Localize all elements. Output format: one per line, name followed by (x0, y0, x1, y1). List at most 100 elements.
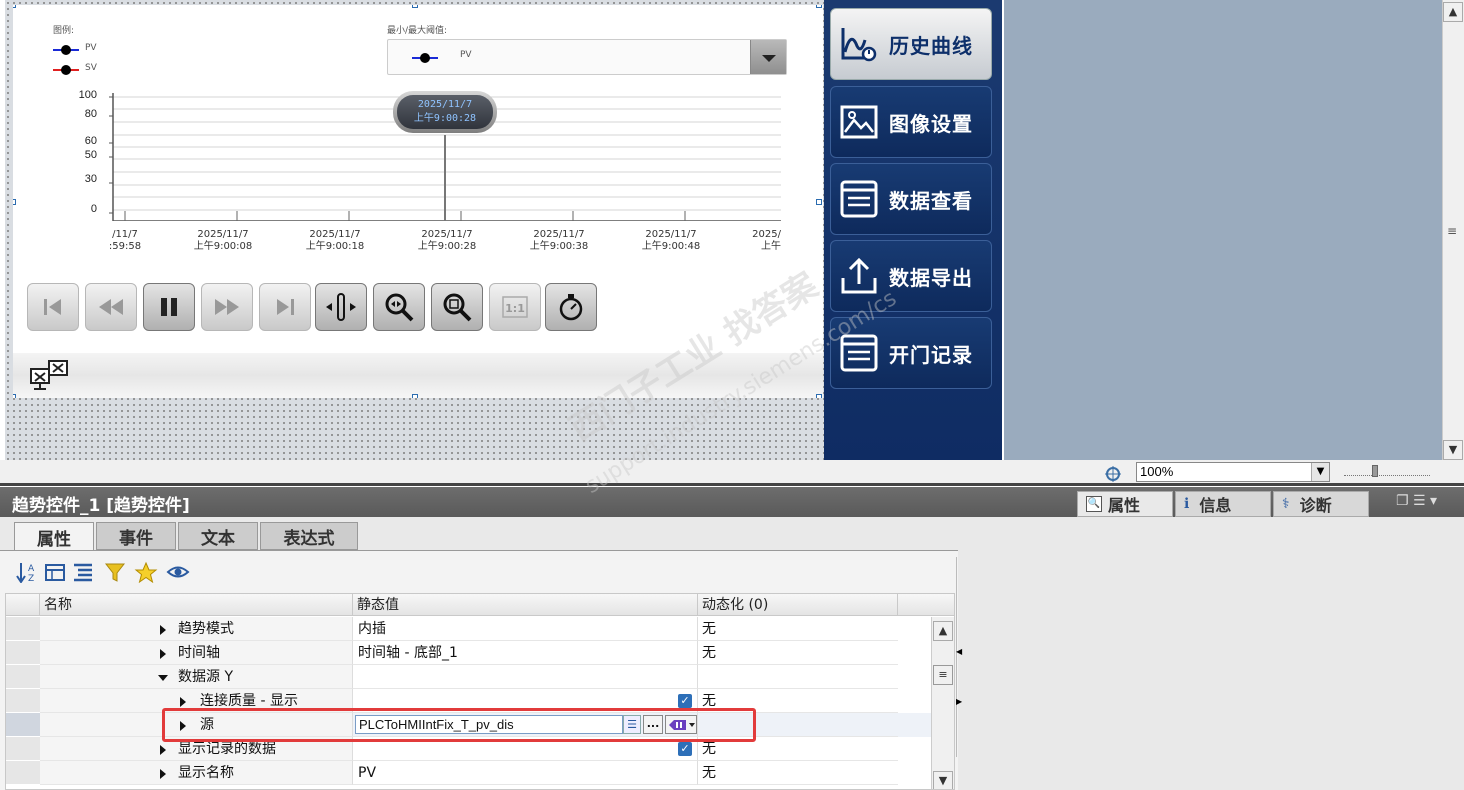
tab-info[interactable]: ℹ 信息 (1175, 491, 1271, 517)
nav-image-settings[interactable]: 图像设置 (830, 86, 992, 158)
tab-expressions[interactable]: 表达式 (260, 522, 358, 550)
scroll-up-icon[interactable]: ▲ (933, 621, 953, 641)
forward-button[interactable] (201, 283, 253, 331)
list-icon (840, 180, 878, 218)
y-tick: 50 (84, 149, 97, 161)
grid-scrollbar[interactable]: ▲ ≡ ▼ (931, 617, 954, 789)
legend-title: 图例: (53, 26, 75, 36)
selection-handle[interactable] (13, 199, 16, 205)
highlight-box (162, 708, 756, 742)
inspector-header: 趋势控件_1 [趋势控件] 🔍 属性 ℹ 信息 ⚕ 诊断 ❐ ☰ ▾ (0, 487, 1464, 517)
diagnostics-icon: ⚕ (1282, 496, 1290, 512)
zoom-bar: 100% ▼ (0, 460, 1464, 486)
selection-handle[interactable] (412, 394, 418, 398)
col-header-blank (898, 594, 954, 616)
inspector-title: 趋势控件_1 [趋势控件] (12, 496, 190, 516)
search-icon: 🔍 (1086, 496, 1102, 512)
x-tick: 2025/11/7 上午9:00:38 (529, 229, 589, 252)
favorite-star-icon[interactable] (134, 561, 158, 583)
zoom-slider-thumb[interactable] (1372, 465, 1378, 477)
col-header-blank (6, 594, 40, 616)
property-row[interactable]: 数据源 Y (6, 665, 931, 689)
rewind-button[interactable] (85, 283, 137, 331)
property-row[interactable]: 趋势模式 内插无 (6, 617, 931, 641)
checkbox-checked-icon[interactable]: ✓ (678, 742, 692, 756)
pause-icon (161, 298, 177, 316)
upload-icon (841, 257, 877, 294)
cursor-tooltip[interactable]: 2025/11/7 上午9:00:28 (393, 91, 497, 133)
original-size-icon: 1:1 (502, 296, 528, 318)
connection-error-icon (30, 360, 68, 390)
svg-text:1:1: 1:1 (505, 302, 525, 315)
selection-handle[interactable] (816, 5, 822, 8)
selection-handle[interactable] (816, 394, 822, 398)
scroll-thumb[interactable]: ≡ (933, 665, 953, 685)
zoom-area-button[interactable] (431, 283, 483, 331)
first-button[interactable] (27, 283, 79, 331)
tab-properties[interactable]: 🔍 属性 (1077, 491, 1173, 517)
filter-icon[interactable] (104, 561, 126, 583)
zoom-value: 100% (1140, 464, 1174, 479)
svg-text:Z: Z (28, 574, 34, 583)
skip-last-icon (277, 299, 294, 315)
zoom-target-icon[interactable] (1104, 465, 1124, 483)
chevron-down-icon[interactable]: ▼ (1311, 463, 1329, 481)
image-icon (840, 105, 878, 139)
panel-options-icon[interactable]: ❐ ☰ ▾ (1396, 493, 1437, 509)
eye-icon[interactable] (166, 561, 190, 583)
col-header-static[interactable]: 静态值 (353, 594, 698, 616)
x-tick: 2025/上午 (752, 229, 781, 252)
zoom-in-button[interactable] (373, 283, 425, 331)
minmax-title: 最小/最大阈值: (387, 26, 448, 36)
checkbox-checked-icon[interactable]: ✓ (678, 694, 692, 708)
nav-label: 数据导出 (889, 265, 973, 290)
ruler-button[interactable] (315, 283, 367, 331)
grip-icon[interactable]: ≡ (1447, 224, 1457, 238)
col-header-name[interactable]: 名称 (40, 594, 353, 616)
property-row[interactable]: 显示名称 PV 无 (6, 761, 931, 785)
tab-events[interactable]: 事件 (96, 522, 176, 550)
group-view-icon[interactable] (44, 561, 66, 583)
sort-az-icon[interactable]: AZ (16, 561, 38, 583)
property-row[interactable]: 时间轴 时间轴 - 底部_1 无 (6, 641, 931, 665)
original-size-button[interactable]: 1:1 (489, 283, 541, 331)
last-button[interactable] (259, 283, 311, 331)
stopwatch-icon (559, 294, 583, 321)
inspector-body: 属性 事件 文本 表达式 AZ 名称 静态值 动态化 (0) 趋势模式 内插无 … (0, 517, 1464, 790)
zoom-area-icon (443, 293, 472, 322)
vertical-scrollbar[interactable]: ▲ ≡ ▼ (1442, 0, 1464, 462)
selection-handle[interactable] (13, 394, 16, 398)
splitter[interactable]: ◀ ▶ (956, 557, 964, 757)
zoom-slider[interactable] (1344, 465, 1430, 477)
nav-data-export[interactable]: 数据导出 (830, 240, 992, 312)
minmax-dropdown[interactable]: PV (387, 39, 787, 75)
scroll-up-icon[interactable]: ▲ (1443, 2, 1463, 22)
x-axis-labels: /11/7:59:58 2025/11/7 上午9:00:08 2025/11/7… (13, 229, 823, 259)
scroll-down-icon[interactable]: ▼ (1443, 440, 1463, 460)
chevron-down-icon[interactable] (750, 40, 786, 74)
x-tick: 2025/11/7 上午9:00:28 (417, 229, 477, 252)
list-view-icon[interactable] (72, 561, 94, 583)
selection-handle[interactable] (412, 5, 418, 8)
scroll-down-icon[interactable]: ▼ (933, 771, 953, 789)
selection-handle[interactable] (816, 199, 822, 205)
cursor-date: 2025/11/7 (417, 99, 473, 110)
zoom-select[interactable]: 100% ▼ (1136, 462, 1330, 482)
skip-first-icon (44, 299, 61, 315)
col-header-dynamic[interactable]: 动态化 (0) (698, 594, 898, 616)
selection-handle[interactable] (13, 5, 16, 8)
ruler-icon (326, 293, 356, 321)
pause-button[interactable] (143, 283, 195, 331)
svg-text:A: A (28, 564, 35, 574)
tab-diagnostics[interactable]: ⚕ 诊断 (1273, 491, 1369, 517)
x-tick: 2025/11/7 上午9:00:08 (193, 229, 253, 252)
screen-canvas: 图例: PV SV 最小/最大阈值: PV 100 80 60 50 30 0 … (5, 0, 825, 460)
tab-texts[interactable]: 文本 (178, 522, 258, 550)
nav-history-curve[interactable]: 历史曲线 (830, 8, 992, 80)
stopwatch-button[interactable] (545, 283, 597, 331)
nav-data-view[interactable]: 数据查看 (830, 163, 992, 235)
y-tick: 30 (84, 173, 97, 185)
nav-label: 数据查看 (889, 188, 973, 213)
y-tick: 80 (84, 108, 97, 120)
tab-props[interactable]: 属性 (14, 522, 94, 552)
